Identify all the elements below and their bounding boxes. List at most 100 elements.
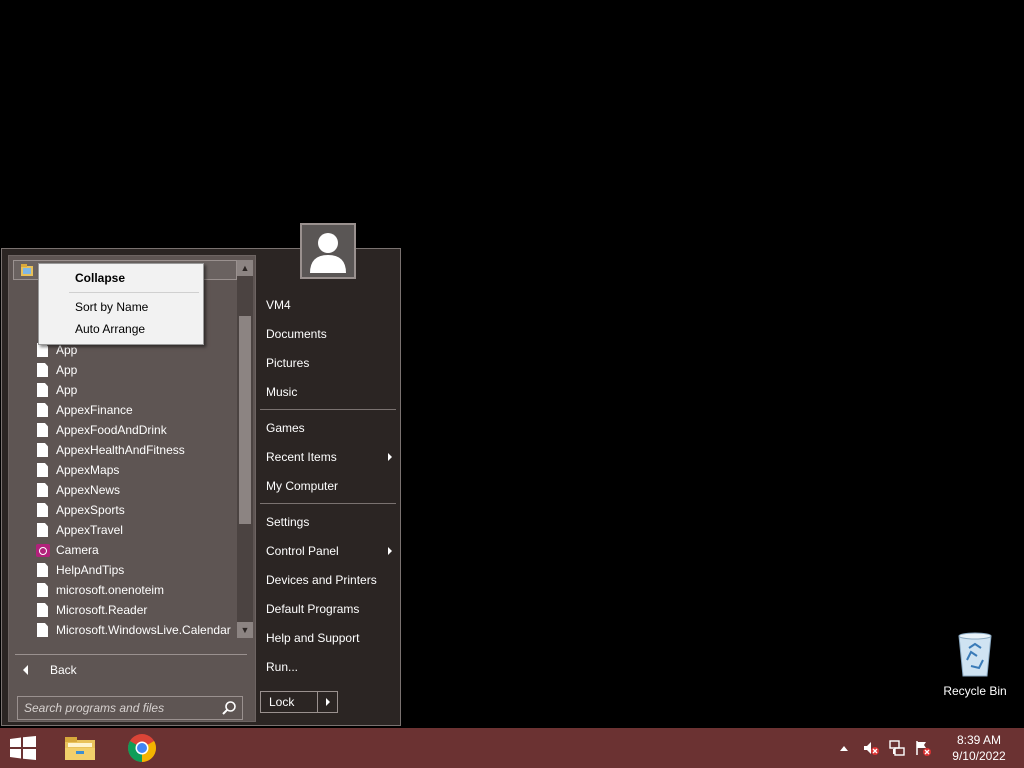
program-item[interactable]: AppexFoodAndDrink	[37, 420, 231, 440]
chrome-icon[interactable]	[126, 732, 158, 764]
back-arrow-icon	[23, 665, 28, 675]
shutdown-group: Lock	[260, 691, 338, 713]
program-item[interactable]: App	[37, 380, 231, 400]
menu-item-games[interactable]: Games	[260, 416, 396, 440]
program-item[interactable]: microsoft.onenoteim	[37, 580, 231, 600]
menu-item-label: Recent Items	[266, 450, 337, 464]
program-label: AppexSports	[56, 503, 125, 517]
shutdown-options-button[interactable]	[318, 691, 338, 713]
program-item[interactable]: AppexMaps	[37, 460, 231, 480]
menu-item-devices-printers[interactable]: Devices and Printers	[260, 568, 396, 592]
menu-item-my-computer[interactable]: My Computer	[260, 474, 396, 498]
program-scrollbar[interactable]: ▲ ▼	[237, 260, 253, 638]
context-sort-by-name[interactable]: Sort by Name	[75, 297, 148, 317]
program-item[interactable]: AppexNews	[37, 480, 231, 500]
lock-button[interactable]: Lock	[260, 691, 318, 713]
show-hidden-icons-icon[interactable]	[840, 745, 848, 751]
search-icon[interactable]	[220, 699, 238, 717]
chevron-right-icon	[325, 698, 330, 706]
document-icon	[37, 503, 48, 517]
menu-item-label: Control Panel	[266, 544, 339, 558]
program-label: AppexFoodAndDrink	[56, 423, 167, 437]
clock-time: 8:39 AM	[956, 733, 1002, 747]
network-icon[interactable]	[888, 739, 906, 757]
taskbar: 8:39 AM 9/10/2022	[0, 728, 1024, 768]
document-icon	[37, 603, 48, 617]
menu-item-label: Devices and Printers	[266, 573, 377, 587]
program-item[interactable]: Microsoft.Reader	[37, 600, 231, 620]
menu-item-label: My Computer	[266, 479, 339, 493]
context-menu-gutter	[39, 264, 67, 344]
program-label: App	[56, 343, 78, 357]
document-icon	[37, 363, 48, 377]
document-icon	[37, 443, 48, 457]
context-separator	[69, 292, 199, 293]
volume-muted-icon[interactable]	[862, 739, 880, 757]
context-auto-arrange[interactable]: Auto Arrange	[75, 319, 145, 339]
menu-item-label: Documents	[266, 327, 327, 341]
windows-start-button[interactable]	[8, 736, 38, 760]
program-label: AppexHealthAndFitness	[56, 443, 185, 457]
menu-item-label: Run...	[266, 660, 299, 674]
document-icon	[37, 463, 48, 477]
action-center-flag-icon[interactable]	[914, 739, 932, 757]
scroll-down-button[interactable]: ▼	[237, 622, 253, 638]
program-item[interactable]: Camera	[36, 540, 231, 560]
program-item[interactable]: AppexTravel	[37, 520, 231, 540]
program-label: microsoft.onenoteim	[56, 583, 165, 597]
user-avatar-icon	[302, 225, 354, 277]
program-item[interactable]: HelpAndTips	[37, 560, 231, 580]
menu-item-label: Music	[266, 385, 298, 399]
submenu-arrow-icon	[388, 547, 392, 555]
program-label: HelpAndTips	[56, 563, 125, 577]
menu-item-control-panel[interactable]: Control Panel	[260, 539, 396, 563]
program-label: AppexMaps	[56, 463, 120, 477]
menu-item-default-programs[interactable]: Default Programs	[260, 597, 396, 621]
menu-item-settings[interactable]: Settings	[260, 510, 396, 534]
menu-item-label: Settings	[266, 515, 310, 529]
program-label: AppexNews	[56, 483, 121, 497]
file-explorer-icon[interactable]	[62, 732, 98, 764]
document-icon	[37, 623, 48, 637]
menu-item-help-support[interactable]: Help and Support	[260, 626, 396, 650]
menu-item-run[interactable]: Run...	[260, 655, 396, 679]
menu-item-documents[interactable]: Documents	[260, 322, 396, 346]
document-icon	[37, 423, 48, 437]
left-divider	[15, 654, 247, 655]
recycle-bin-shortcut[interactable]: Recycle Bin	[938, 630, 1012, 702]
places-pane: VM4 Documents Pictures Music Games Recen…	[260, 249, 400, 725]
context-collapse[interactable]: Collapse	[75, 268, 125, 288]
menu-item-label: VM4	[266, 298, 291, 312]
recycle-bin-icon	[958, 632, 992, 677]
program-label: Microsoft.Reader	[56, 603, 148, 617]
program-item[interactable]: AppexSports	[37, 500, 231, 520]
system-tray: 8:39 AM 9/10/2022	[840, 728, 1024, 768]
menu-item-music[interactable]: Music	[260, 380, 396, 404]
menu-item-vm4[interactable]: VM4	[260, 293, 396, 317]
lock-label: Lock	[269, 695, 295, 709]
menu-item-pictures[interactable]: Pictures	[260, 351, 396, 375]
program-item[interactable]: AppexFinance	[37, 400, 231, 420]
program-item[interactable]: AppexHealthAndFitness	[37, 440, 231, 460]
scroll-thumb[interactable]	[239, 316, 251, 524]
document-icon	[37, 583, 48, 597]
document-icon	[37, 383, 48, 397]
scroll-up-button[interactable]: ▲	[237, 260, 253, 276]
program-label: App	[56, 363, 78, 377]
menu-item-recent-items[interactable]: Recent Items	[260, 445, 396, 469]
search-input[interactable]	[18, 700, 220, 716]
search-box[interactable]	[17, 696, 243, 720]
program-item[interactable]: App	[37, 360, 231, 380]
menu-item-label: Help and Support	[266, 631, 360, 645]
clock[interactable]: 8:39 AM 9/10/2022	[940, 732, 1018, 764]
user-picture[interactable]	[300, 223, 356, 279]
program-item[interactable]: Microsoft.WindowsLive.Calendar	[37, 620, 231, 640]
camera-icon	[36, 543, 50, 557]
document-icon	[37, 343, 48, 357]
back-button[interactable]: Back	[13, 658, 249, 682]
menu-item-label: Default Programs	[266, 602, 360, 616]
program-label: App	[56, 383, 78, 397]
document-icon	[37, 483, 48, 497]
program-list: App App App AppexFinance AppexFoodAndDrink Ap…	[36, 340, 231, 640]
back-label: Back	[50, 663, 77, 677]
